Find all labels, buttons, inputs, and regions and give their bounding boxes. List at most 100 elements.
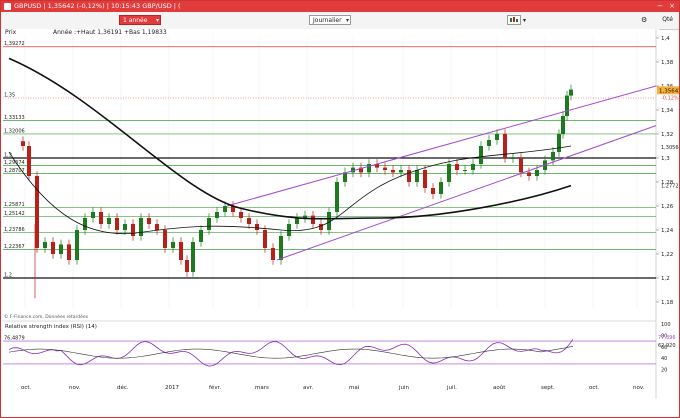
- window-title: GBPUSD | 1,35642 (-0,12%) | 10:15:43 GBP…: [14, 2, 181, 10]
- rsi-tick-label: 20: [661, 368, 667, 374]
- candle-body: [35, 176, 39, 248]
- candle-body: [479, 146, 483, 164]
- candle-body: [75, 230, 79, 260]
- candle-body: [287, 224, 291, 236]
- rsi-title: Relative strength index (RSI) (14): [5, 324, 97, 330]
- level-label: 1,39272: [4, 41, 25, 47]
- x-axis-label: févr.: [209, 384, 221, 391]
- candle-body: [423, 170, 427, 188]
- rsi-tick-label: 100: [661, 322, 671, 328]
- candle-body: [263, 230, 267, 248]
- candle-body: [415, 170, 419, 182]
- level-label: 1,25142: [4, 211, 25, 217]
- candle-body: [367, 164, 371, 173]
- candle-body: [223, 206, 227, 212]
- price-tick-label: 1,4: [661, 36, 670, 42]
- candle-body: [115, 218, 119, 230]
- candle-body: [179, 242, 183, 260]
- level-label: 1,3: [4, 153, 12, 159]
- candle-body: [199, 230, 203, 242]
- candle-body: [311, 215, 315, 224]
- price-change-label: -0,12%: [661, 95, 679, 101]
- minimize-button[interactable]: −: [655, 2, 665, 10]
- x-axis-label: août: [493, 384, 506, 391]
- level-label: 1,22367: [4, 244, 25, 250]
- x-axis-label: oct.: [589, 385, 600, 391]
- candle-body: [171, 242, 175, 248]
- candle-body: [67, 244, 71, 260]
- x-axis-label: 2017: [165, 385, 179, 391]
- candle-body: [439, 182, 443, 194]
- candle-body: [561, 116, 565, 134]
- candle-body: [565, 95, 569, 116]
- level-label: 1,35: [4, 93, 15, 99]
- close-button[interactable]: ×: [667, 2, 677, 10]
- chevron-down-icon: ▾: [345, 17, 349, 24]
- price-tick-label: 1,32: [661, 132, 673, 138]
- candle-body: [99, 212, 103, 224]
- app-window: GBPUSD | 1,35642 (-0,12%) | 10:15:43 GBP…: [0, 0, 680, 418]
- x-axis-label: sept.: [541, 385, 555, 391]
- title-bar: GBPUSD | 1,35642 (-0,12%) | 10:15:43 GBP…: [1, 1, 679, 12]
- rsi-right-value: 62,920: [658, 343, 676, 349]
- chart-stats: Année :+Haut 1,36191 +Bas 1,19833: [53, 29, 167, 36]
- level-label: 1,28707: [4, 168, 25, 174]
- candle-body: [557, 134, 561, 152]
- rsi-right-value: 77,396: [658, 335, 676, 341]
- candle-body: [271, 248, 275, 260]
- toolbar: 1 année ▾ Journalier ▾ ▾ ⚙ Qté: [1, 12, 679, 30]
- candle-body: [27, 146, 31, 176]
- app-icon: [4, 3, 11, 10]
- chart-type-button[interactable]: [507, 15, 521, 25]
- candle-body: [123, 224, 127, 230]
- settings-icon[interactable]: ⚙: [641, 16, 647, 24]
- candle-body: [155, 224, 159, 230]
- chevron-down-icon[interactable]: ▾: [523, 17, 526, 24]
- interval-dropdown[interactable]: Journalier ▾: [309, 15, 351, 25]
- slow-moving-average: [8, 57, 572, 220]
- candle-body: [535, 170, 539, 176]
- candle-body: [91, 212, 95, 218]
- price-tick-label: 1,34: [661, 108, 674, 114]
- x-axis-label: oct.: [21, 385, 32, 391]
- candle-body: [431, 188, 435, 194]
- x-axis-label: juil.: [446, 385, 457, 391]
- level-label: 1,25871: [4, 202, 25, 208]
- level-label: 1,23786: [4, 227, 25, 233]
- candle-body: [319, 224, 323, 230]
- candle-body: [447, 164, 451, 182]
- candle-body: [295, 218, 299, 224]
- candle-body: [21, 141, 25, 146]
- rsi-tick-label: 40: [661, 356, 667, 362]
- candle-body: [59, 244, 63, 254]
- candle-body: [131, 224, 135, 236]
- interval-label: Journalier: [313, 17, 342, 24]
- candle-body: [207, 218, 211, 230]
- price-tick-label: 1,22: [661, 252, 673, 258]
- chart-area[interactable]: 1,39272 1,35 1,33133 1,32006 1,3 1,29374 1,287…: [1, 29, 679, 399]
- candle-body: [139, 218, 143, 236]
- current-price-label: 1,35642: [659, 88, 679, 94]
- x-axis-label: juin: [398, 385, 410, 391]
- qty-label: Qté: [662, 16, 673, 23]
- period-label: 1 année: [123, 17, 148, 24]
- x-axis-label: déc.: [117, 384, 129, 391]
- period-dropdown[interactable]: 1 année ▾: [119, 15, 161, 25]
- candle-body: [407, 170, 411, 182]
- rsi-left-value: 76,4879: [4, 336, 25, 342]
- rsi-line: [8, 339, 574, 367]
- candle-body: [455, 164, 459, 170]
- candle-body: [569, 89, 573, 96]
- price-tick-label: 1,2: [661, 276, 670, 282]
- price-tick-label: 1,3: [661, 156, 670, 162]
- x-axis-label: avr.: [303, 385, 313, 391]
- candle-body: [519, 158, 523, 173]
- x-axis-label: nov.: [633, 385, 645, 391]
- candle-body: [511, 158, 515, 159]
- candlestick-icon: [510, 17, 518, 22]
- level-label: 1,2: [4, 273, 12, 279]
- level-label-right: 1,27727: [661, 183, 679, 189]
- price-tick-label: 1,26: [661, 204, 674, 210]
- price-chart[interactable]: 1,392721,351,331331,320061,31,293741,287…: [1, 29, 679, 417]
- candle-body: [83, 218, 87, 230]
